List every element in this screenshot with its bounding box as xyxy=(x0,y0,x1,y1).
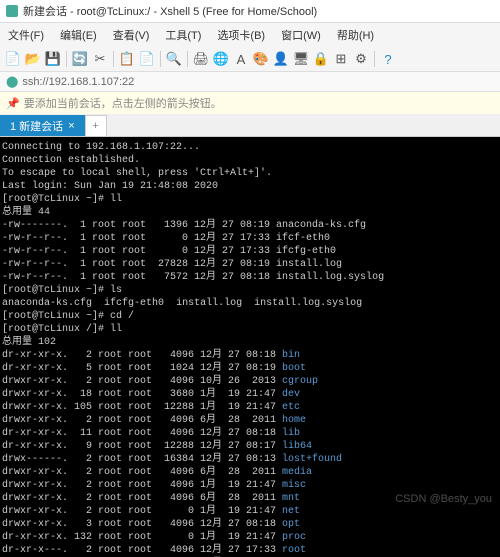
app-icon xyxy=(6,5,18,17)
address-bar: ⬤ ssh://192.168.1.107:22 xyxy=(0,72,500,92)
font-icon[interactable]: A xyxy=(232,50,250,68)
tab-label: 1 新建会话 xyxy=(10,118,63,134)
disconnect-icon[interactable]: ✂ xyxy=(91,50,109,68)
menu-tools[interactable]: 工具(T) xyxy=(157,25,209,45)
tab-bar: 1 新建会话 × + xyxy=(0,115,500,137)
menu-window[interactable]: 窗口(W) xyxy=(273,25,329,45)
watermark: CSDN @Besty_you xyxy=(395,493,492,505)
menu-bar: 文件(F) 编辑(E) 查看(V) 工具(T) 选项卡(B) 窗口(W) 帮助(… xyxy=(0,23,500,47)
copy-icon[interactable]: 📋 xyxy=(118,50,136,68)
tab-add-button[interactable]: + xyxy=(85,115,107,136)
save-icon[interactable]: 💾 xyxy=(44,50,62,68)
menu-tab[interactable]: 选项卡(B) xyxy=(209,25,273,45)
search-icon[interactable]: 🔍 xyxy=(165,50,183,68)
tab-session-1[interactable]: 1 新建会话 × xyxy=(0,115,85,136)
window-title: 新建会话 - root@TcLinux:/ - Xshell 5 (Free f… xyxy=(23,3,317,19)
color-icon[interactable]: 🎨 xyxy=(252,50,270,68)
reconnect-icon[interactable]: 🔄 xyxy=(71,50,89,68)
hint-text: 要添加当前会话，点击左侧的箭头按钮。 xyxy=(24,95,222,111)
globe-icon[interactable]: 🌐 xyxy=(212,50,230,68)
screen-icon[interactable]: 🖥 xyxy=(292,50,310,68)
new-icon[interactable]: 📄 xyxy=(4,50,22,68)
layout-icon[interactable]: ⊞ xyxy=(332,50,350,68)
menu-file[interactable]: 文件(F) xyxy=(0,25,52,45)
paste-icon[interactable]: 📄 xyxy=(138,50,156,68)
pin-icon[interactable]: 📌 xyxy=(6,97,20,110)
menu-view[interactable]: 查看(V) xyxy=(105,25,158,45)
close-icon[interactable]: × xyxy=(68,120,74,132)
lock-icon[interactable]: 🔒 xyxy=(312,50,330,68)
menu-help[interactable]: 帮助(H) xyxy=(329,25,382,45)
gear-icon[interactable]: ⚙ xyxy=(352,50,370,68)
print-icon[interactable]: 🖨 xyxy=(192,50,210,68)
user-icon[interactable]: 👤 xyxy=(272,50,290,68)
toolbar: 📄 📂 💾 🔄 ✂ 📋 📄 🔍 🖨 🌐 A 🎨 👤 🖥 🔒 ⊞ ⚙ ? xyxy=(0,47,500,72)
help-icon[interactable]: ? xyxy=(379,50,397,68)
open-icon[interactable]: 📂 xyxy=(24,50,42,68)
menu-edit[interactable]: 编辑(E) xyxy=(52,25,105,45)
address-text[interactable]: ssh://192.168.1.107:22 xyxy=(22,76,134,88)
title-bar: 新建会话 - root@TcLinux:/ - Xshell 5 (Free f… xyxy=(0,0,500,23)
ssh-icon: ⬤ xyxy=(6,75,18,88)
hint-bar: 📌 要添加当前会话，点击左侧的箭头按钮。 xyxy=(0,92,500,115)
